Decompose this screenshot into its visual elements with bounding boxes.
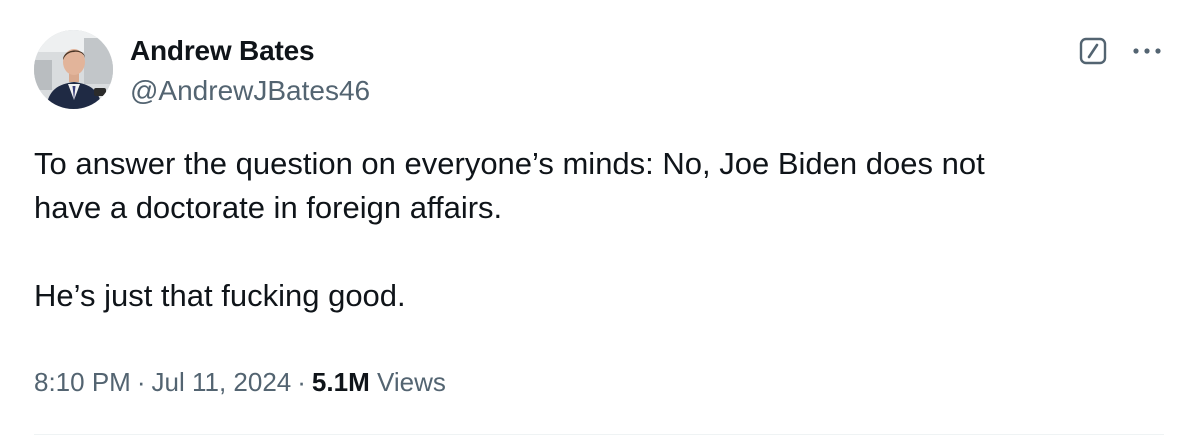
tweet-date[interactable]: Jul 11, 2024 — [152, 367, 292, 397]
views-label: Views — [376, 367, 446, 397]
author-handle[interactable]: @AndrewJBates46 — [130, 75, 370, 107]
avatar-photo — [34, 30, 113, 109]
author-display-name[interactable]: Andrew Bates — [130, 35, 315, 67]
grok-button[interactable] — [1076, 34, 1110, 68]
tweet-time[interactable]: 8:10 PM — [34, 367, 131, 397]
more-options-button[interactable] — [1128, 34, 1166, 68]
views-count: 5.1M — [311, 367, 370, 397]
more-icon — [1133, 48, 1161, 54]
tweet-text: To answer the question on everyone’s min… — [34, 146, 985, 313]
meta-separator: · — [136, 367, 146, 397]
views[interactable]: 5.1M Views — [312, 367, 446, 397]
tweet-meta: 8:10 PM · Jul 11, 2024 · 5.1M Views — [34, 364, 446, 400]
grok-icon — [1079, 37, 1107, 65]
avatar[interactable] — [34, 30, 113, 109]
meta-separator: · — [297, 367, 306, 397]
divider — [34, 434, 1164, 435]
